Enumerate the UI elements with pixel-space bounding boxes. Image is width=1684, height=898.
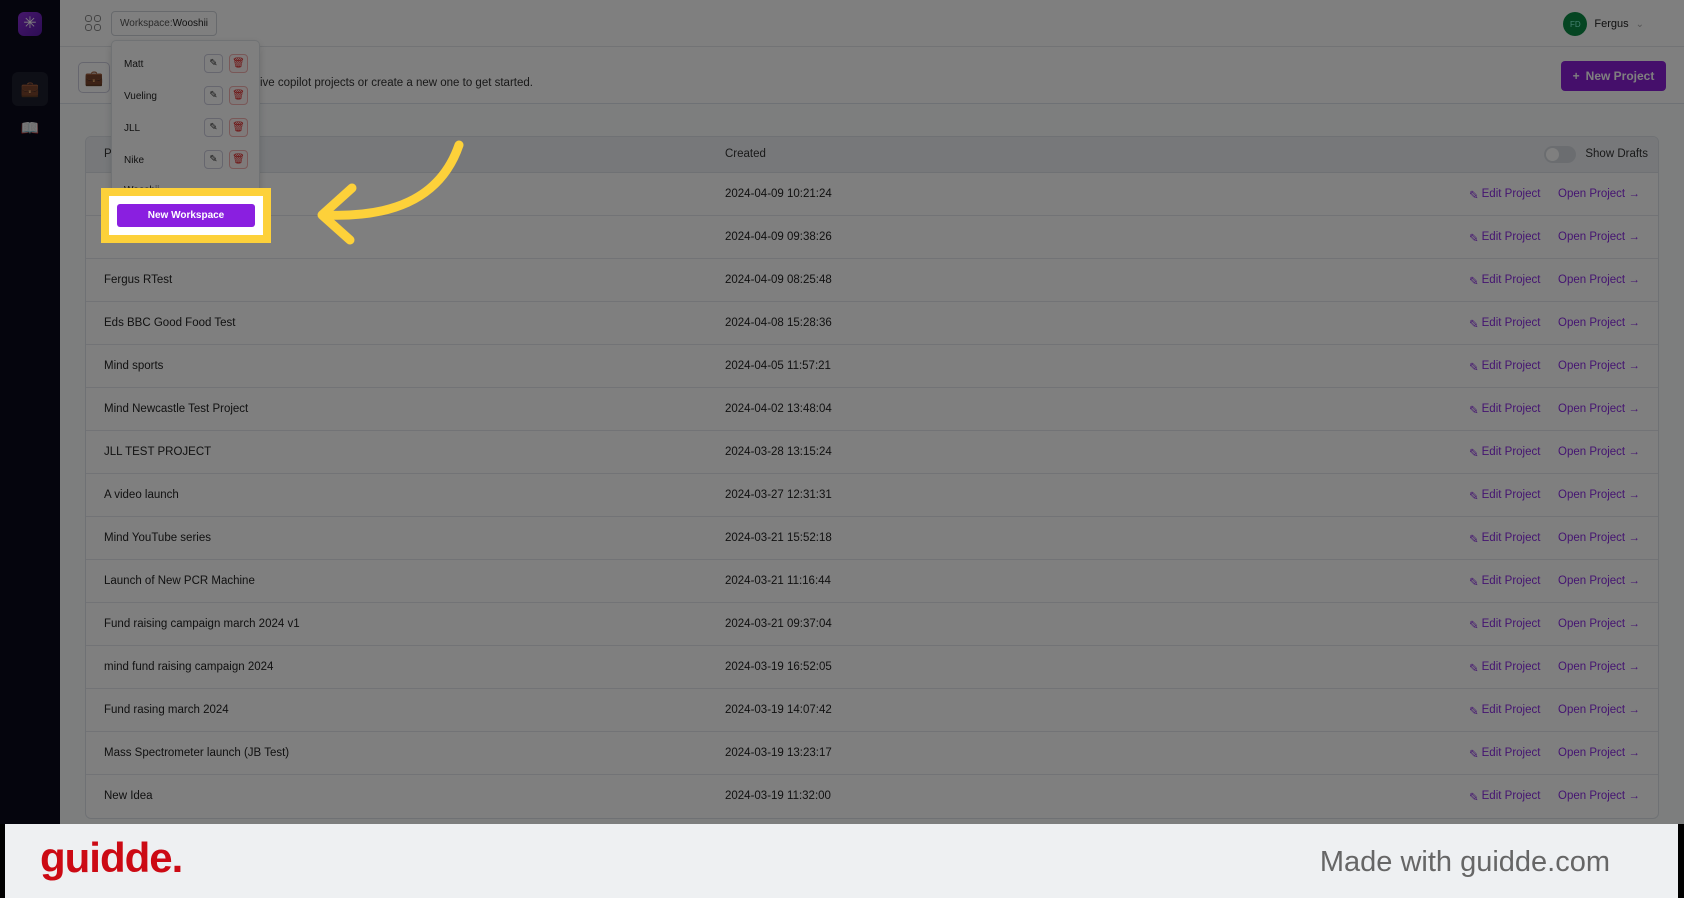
highlight-box: New Workspace: [101, 188, 271, 243]
new-workspace-button[interactable]: New Workspace: [117, 204, 255, 227]
guidde-footer: guidde. Made with guidde.com: [5, 824, 1678, 898]
made-with-text: Made with guidde.com: [1319, 846, 1610, 878]
guidde-logo: guidde.: [40, 834, 183, 881]
pointer-arrow-icon: [317, 140, 464, 245]
